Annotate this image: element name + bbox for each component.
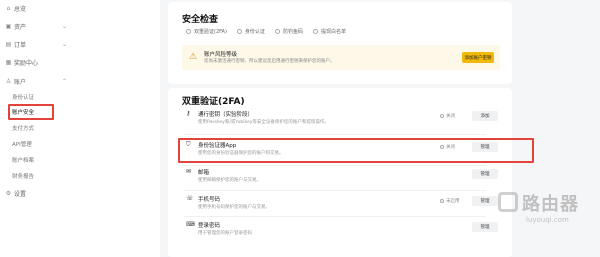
status-2fa: 双重验证(2FA) <box>186 28 227 35</box>
home-icon: ⌂ <box>6 4 11 12</box>
twofa-row-phone: ☏ 手机号码 使用手机号码保护您的账户与交易。 未启用 管理 <box>182 195 500 215</box>
phone-icon: ☏ <box>186 195 194 202</box>
sidebar-sub-identity[interactable]: 身份认证 <box>12 91 34 103</box>
key-icon: ⚷ <box>186 110 191 117</box>
divider <box>184 216 486 217</box>
sidebar-sub-api[interactable]: API管理 <box>12 138 32 150</box>
twofa-panel: 双重验证(2FA) ⚷ 通行密钥（实验阶段） 使用Passkey和/或Yubik… <box>168 88 512 257</box>
security-status-row: 双重验证(2FA) 身份认证 防钓鱼码 提现白名单 <box>186 28 346 35</box>
sidebar-item-label: 奖励中心 <box>14 59 39 67</box>
manage-phone-button[interactable]: 管理 <box>472 196 498 206</box>
risk-warning-banner: ⚠ 账户风险等级 您尚未激活通行密钥、所以建议您启用通行密钥来保护您的账户。 添… <box>182 45 500 70</box>
chevron-up-icon: ⌃ <box>62 77 68 85</box>
sidebar: ⌂ 总览 ▣ 资产 ⌄ ▤ 订单 ⌄ ▦ 奖励中心 ♙ 账户 ⌃ 身份认证 账户… <box>0 0 160 257</box>
chevron-down-icon: ⌄ <box>62 22 68 30</box>
sidebar-item-settings[interactable]: ⚙ 设置 <box>0 185 160 201</box>
row-title: 手机号码 <box>198 197 221 203</box>
sidebar-item-rewards[interactable]: ▦ 奖励中心 <box>0 54 160 70</box>
risk-warning-desc: 您尚未激活通行密钥、所以建议您启用通行密钥来保护您的账户。 <box>204 59 335 64</box>
row-title: 通行密钥（实验阶段） <box>198 112 254 118</box>
watermark: 路由器 luyouqi.com <box>498 188 598 238</box>
sidebar-item-account[interactable]: ♙ 账户 ⌃ <box>0 73 160 89</box>
status-dot-icon <box>274 29 280 34</box>
sidebar-item-label: 账户 <box>14 78 27 86</box>
gear-icon: ⚙ <box>5 189 12 197</box>
twofa-row-password: ⌨ 登录密码 用于管理您的账户登录密码 管理 <box>182 221 500 241</box>
divider <box>184 165 486 166</box>
row-title: 登录密码 <box>198 223 221 229</box>
row-title: 邮箱 <box>198 170 210 176</box>
sidebar-item-orders[interactable]: ▤ 订单 ⌄ <box>0 36 160 52</box>
row-status: 关闭 <box>440 113 455 119</box>
row-desc: 使用邮箱保护您的账户与交易。 <box>198 178 261 183</box>
row-status: 未启用 <box>440 198 460 204</box>
divider <box>184 190 486 191</box>
orders-icon: ▤ <box>5 40 12 48</box>
row-desc: 用于管理您的账户登录密码 <box>198 231 252 236</box>
twofa-row-passkey: ⚷ 通行密钥（实验阶段） 使用Passkey和/或Yubikey等安全设备保护您… <box>182 110 500 130</box>
sidebar-sub-payment[interactable]: 支付方式 <box>12 122 34 134</box>
highlight-box-authenticator <box>178 138 534 163</box>
highlight-box-account-security <box>8 104 54 120</box>
status-dot-icon <box>440 114 444 118</box>
sidebar-sub-report[interactable]: 财务报告 <box>12 170 34 182</box>
mail-icon: ✉ <box>186 168 192 175</box>
shield-warning-icon: ⚠ <box>188 52 198 62</box>
status-identity: 身份认证 <box>236 28 265 35</box>
watermark-text: 路由器 <box>522 194 579 215</box>
sidebar-item-label: 总览 <box>14 5 27 13</box>
router-logo-icon <box>498 192 518 212</box>
manage-password-button[interactable]: 管理 <box>472 222 498 232</box>
watermark-sub: luyouqi.com <box>526 216 569 224</box>
add-passkey-button[interactable]: 添加账户密钥 <box>462 52 494 63</box>
add-passkey-row-button[interactable]: 添加 <box>472 111 498 121</box>
password-icon: ⌨ <box>186 221 195 228</box>
row-desc: 使用手机号码保护您的账户与交易。 <box>198 205 270 210</box>
security-check-panel: 安全检查 双重验证(2FA) 身份认证 防钓鱼码 提现白名单 ⚠ 账户风险等级 … <box>168 2 512 84</box>
sidebar-item-label: 资产 <box>14 23 27 31</box>
status-dot-icon <box>186 29 191 34</box>
sidebar-item-overview[interactable]: ⌂ 总览 <box>0 0 160 16</box>
sidebar-item-label: 设置 <box>14 190 27 198</box>
sidebar-item-label: 订单 <box>14 41 27 49</box>
wallet-icon: ▣ <box>5 22 12 30</box>
security-check-title: 安全检查 <box>182 15 219 25</box>
status-antiphishing: 防钓鱼码 <box>274 28 303 35</box>
chevron-down-icon: ⌄ <box>62 40 68 48</box>
manage-email-button[interactable]: 管理 <box>472 169 498 179</box>
status-dot-icon <box>312 29 318 34</box>
sidebar-item-assets[interactable]: ▣ 资产 ⌄ <box>0 18 160 34</box>
twofa-row-email: ✉ 邮箱 使用邮箱保护您的账户与交易。 管理 <box>182 168 500 188</box>
status-dot-icon <box>236 29 242 34</box>
status-whitelist: 提现白名单 <box>312 28 346 35</box>
user-icon: ♙ <box>5 77 12 85</box>
risk-warning-title: 账户风险等级 <box>204 52 238 58</box>
sidebar-sub-profile[interactable]: 账户档案 <box>12 154 34 166</box>
gift-icon: ▦ <box>5 58 12 66</box>
row-desc: 使用Passkey和/或Yubikey等安全设备保护您的账户和提现操作。 <box>198 120 329 125</box>
twofa-title: 双重验证(2FA) <box>182 97 245 107</box>
status-dot-icon <box>440 199 444 203</box>
divider <box>184 134 486 135</box>
